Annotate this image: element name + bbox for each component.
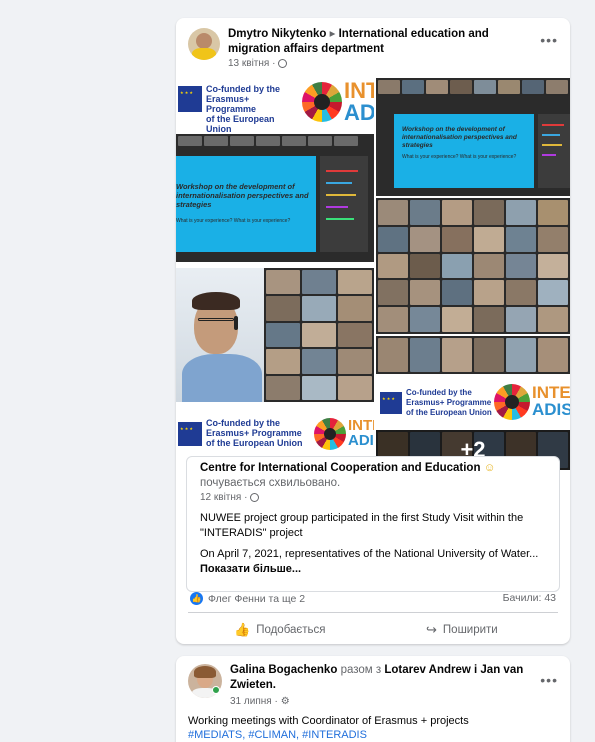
see-more-link[interactable]: Показати більше... — [200, 563, 301, 575]
photo-video-call-grid-top[interactable] — [376, 78, 570, 96]
share-button[interactable]: ↪ Поширити — [426, 622, 498, 638]
shared-meta: 12 квітня · — [200, 492, 260, 503]
erasmus-caption: Co-funded by the Erasmus+ Programme of t… — [206, 84, 280, 133]
slide-title: Workshop on the development of internati… — [176, 182, 309, 209]
interadis-logo: INTER ADIS — [344, 78, 374, 125]
shared-text-1: NUWEE project group participated in the … — [200, 512, 524, 539]
actions-divider — [188, 612, 558, 613]
post-timestamp[interactable]: 13 квітня · — [228, 58, 275, 69]
shared-post[interactable]: Centre for International Cooperation and… — [186, 456, 560, 592]
feeling-text: почувається схвильовано. — [200, 477, 341, 489]
interadis-logo: INTER ADIS — [348, 417, 374, 449]
slide-subtitle: What is your experience? What is your ex… — [402, 154, 517, 160]
reactions-text: Флег Фенни та ще 2 — [208, 592, 306, 605]
online-status-icon — [212, 686, 220, 694]
more-options-button[interactable]: ••• — [540, 672, 558, 688]
erasmus-caption: Co-funded by the Erasmus+ Programme of t… — [206, 418, 303, 448]
feeling-emoji-icon: ☺ — [483, 462, 496, 474]
photo-erasmus-banner-right[interactable]: Co-funded by the Erasmus+ Programme of t… — [376, 378, 570, 428]
photo-erasmus-banner[interactable]: Co-funded by the Erasmus+ Programme of t… — [176, 78, 374, 133]
photo-video-call-grid-mid[interactable] — [376, 198, 570, 334]
author-avatar[interactable] — [188, 28, 220, 60]
interadis-logo: INTER ADIS — [532, 383, 570, 419]
author-name[interactable]: Galina Bogachenko — [230, 664, 337, 676]
photo-video-call-grid-lower[interactable] — [376, 336, 570, 374]
author-name[interactable]: Dmytro Nikytenko — [228, 28, 326, 40]
post-text: Working meetings with Coordinator of Era… — [188, 715, 469, 727]
hashtag-link[interactable]: #MEDIATS, — [188, 729, 245, 741]
globe-icon — [278, 59, 288, 68]
globe-icon — [250, 493, 260, 502]
post-timestamp[interactable]: 31 липня · — [230, 696, 278, 707]
hashtag-link[interactable]: #INTERADIS — [302, 729, 367, 741]
post-header: Dmytro Nikytenko ▸ International educati… — [228, 27, 528, 57]
hashtag-list: #MEDIATS, #CLIMAN, #INTERADIS — [188, 728, 558, 742]
like-reaction-icon: 👍 — [190, 592, 203, 605]
sdg-wheel-logo — [314, 418, 346, 450]
hashtag-link[interactable]: #CLIMAN, — [248, 729, 299, 741]
eu-flag-icon — [380, 392, 402, 414]
thumbs-up-icon: 👍 — [234, 622, 251, 637]
share-arrow-icon: ↪ — [426, 622, 437, 637]
gear-icon: ⚙ — [280, 696, 290, 707]
like-button[interactable]: 👍 Подобається — [234, 622, 326, 638]
arrow-separator-icon: ▸ — [329, 28, 336, 40]
with-label: разом з — [340, 664, 382, 676]
photo-collage[interactable]: Co-funded by the Erasmus+ Programme of t… — [176, 78, 570, 470]
photo-erasmus-banner-bottom[interactable]: Co-funded by the Erasmus+ Programme of t… — [176, 414, 374, 454]
post-meta: 31 липня · ⚙ — [230, 696, 290, 707]
shared-page-header: Centre for International Cooperation and… — [200, 461, 550, 491]
eu-flag-icon — [178, 86, 202, 112]
sdg-wheel-logo — [494, 384, 530, 420]
post-meta: 13 квітня · — [228, 58, 288, 69]
photo-workshop-slide-left[interactable]: Workshop on the development of internati… — [176, 134, 374, 262]
post-card: Galina Bogachenko разом з Lotarev Andrew… — [176, 656, 570, 742]
post-card: Dmytro Nikytenko ▸ International educati… — [176, 18, 570, 644]
slide-title: Workshop on the development of internati… — [402, 126, 517, 149]
eu-flag-icon — [178, 422, 202, 446]
erasmus-caption: Co-funded by the Erasmus+ Programme of t… — [406, 388, 492, 417]
sdg-wheel-logo — [302, 82, 342, 122]
like-label: Подобається — [256, 624, 326, 636]
photo-workshop-slide-right[interactable]: Workshop on the development of internati… — [376, 96, 570, 196]
share-label: Поширити — [442, 624, 498, 636]
photo-video-call-grid-center[interactable] — [264, 268, 374, 402]
post-header: Galina Bogachenko разом з Lotarev Andrew… — [230, 663, 530, 693]
shared-timestamp[interactable]: 12 квітня · — [200, 492, 247, 503]
more-options-button[interactable]: ••• — [540, 32, 558, 48]
photo-speaker-headset[interactable] — [176, 268, 264, 402]
slide-subtitle: What is your experience? What is your ex… — [176, 218, 291, 224]
shared-page-name[interactable]: Centre for International Cooperation and… — [200, 462, 481, 474]
views-count: Бачили: 43 — [502, 592, 556, 604]
shared-text-2: On April 7, 2021, representatives of the… — [200, 548, 539, 575]
reactions-summary[interactable]: 👍 Флег Фенни та ще 2 — [190, 592, 305, 605]
